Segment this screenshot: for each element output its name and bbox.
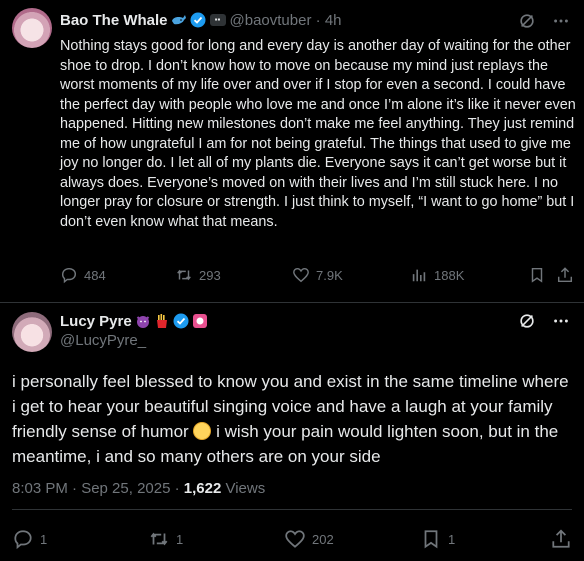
reply-icon	[61, 267, 77, 284]
share-button[interactable]	[556, 266, 574, 284]
repost-icon	[150, 532, 168, 546]
reply-timestamp[interactable]: 8:03 PM · Sep 25, 2025 ·	[12, 480, 184, 497]
reply-button[interactable]: 1	[12, 528, 47, 550]
views-button[interactable]: 188K	[410, 266, 464, 284]
more-icon[interactable]	[552, 12, 570, 35]
repost-button[interactable]: 293	[175, 266, 221, 284]
views-count: 188K	[434, 267, 465, 283]
repost-count: 1	[176, 531, 184, 547]
like-button[interactable]: 202	[284, 528, 334, 550]
tweet-header: Bao The Whale ▪▪ @baovtuber · 4h	[60, 10, 342, 30]
bookmark-icon	[424, 530, 438, 549]
author-handle[interactable]: @baovtuber	[230, 12, 312, 29]
heart-icon	[285, 530, 305, 548]
share-icon	[552, 529, 570, 548]
post-time[interactable]: 4h	[325, 12, 342, 29]
reply-top-icons	[518, 312, 570, 335]
reply-icon	[14, 530, 32, 550]
reply-views-label: Views	[221, 480, 266, 497]
reply-button[interactable]: 484	[60, 266, 106, 284]
like-button[interactable]: 7.9K	[292, 266, 343, 284]
tweet-actions: 484 293 7.9K 188K	[60, 266, 574, 286]
tweet-top-icons	[518, 12, 570, 35]
tweet-text: Nothing stays good for long and every da…	[60, 38, 576, 230]
like-count: 7.9K	[316, 267, 343, 283]
heart-icon	[293, 267, 309, 283]
reply-views-count: 1,622	[183, 480, 222, 497]
affiliate-badge-icon	[192, 313, 208, 329]
repost-icon	[177, 269, 191, 281]
avatar[interactable]	[12, 8, 52, 48]
whale-emoji-icon	[171, 12, 187, 28]
reply-author-handle[interactable]: @LucyPyre_	[60, 332, 208, 349]
tweet-bao[interactable]: Bao The Whale ▪▪ @baovtuber · 4h Nothing…	[0, 0, 584, 305]
analytics-icon	[412, 269, 426, 282]
grok-icon[interactable]	[518, 12, 536, 35]
reply-actions: 1 1 202 1	[12, 528, 572, 550]
verified-icon	[173, 313, 189, 329]
dot-separator: ·	[311, 11, 325, 29]
author-name[interactable]: Bao The Whale	[60, 12, 168, 29]
devil-emoji-icon	[135, 313, 151, 329]
reply-meta: 8:03 PM · Sep 25, 2025 · 1,622 Views	[12, 480, 265, 497]
reply-text: i personally feel blessed to know you an…	[12, 369, 576, 469]
repost-count: 293	[199, 267, 221, 283]
reply-avatar[interactable]	[12, 312, 52, 352]
reply-author-name[interactable]: Lucy Pyre	[60, 313, 132, 330]
share-button[interactable]	[550, 528, 572, 550]
divider	[12, 509, 572, 510]
share-icon	[557, 267, 573, 283]
reply-count: 1	[40, 531, 48, 547]
verified-icon	[190, 12, 206, 28]
more-icon[interactable]	[552, 312, 570, 335]
reply-header: Lucy Pyre @LucyPyre_	[60, 311, 208, 349]
bookmark-button[interactable]: 1	[420, 528, 455, 550]
affiliate-badge-icon: ▪▪	[209, 14, 226, 26]
grok-icon[interactable]	[518, 312, 536, 335]
bookmark-button[interactable]	[528, 266, 546, 284]
divider	[0, 302, 584, 303]
bookmark-icon	[531, 267, 543, 283]
bookmark-count: 1	[448, 531, 456, 547]
fries-emoji-icon	[154, 313, 170, 329]
repost-button[interactable]: 1	[148, 528, 183, 550]
pleading-face-emoji-icon	[193, 422, 212, 440]
reply-count: 484	[84, 267, 106, 283]
like-count: 202	[312, 531, 334, 547]
